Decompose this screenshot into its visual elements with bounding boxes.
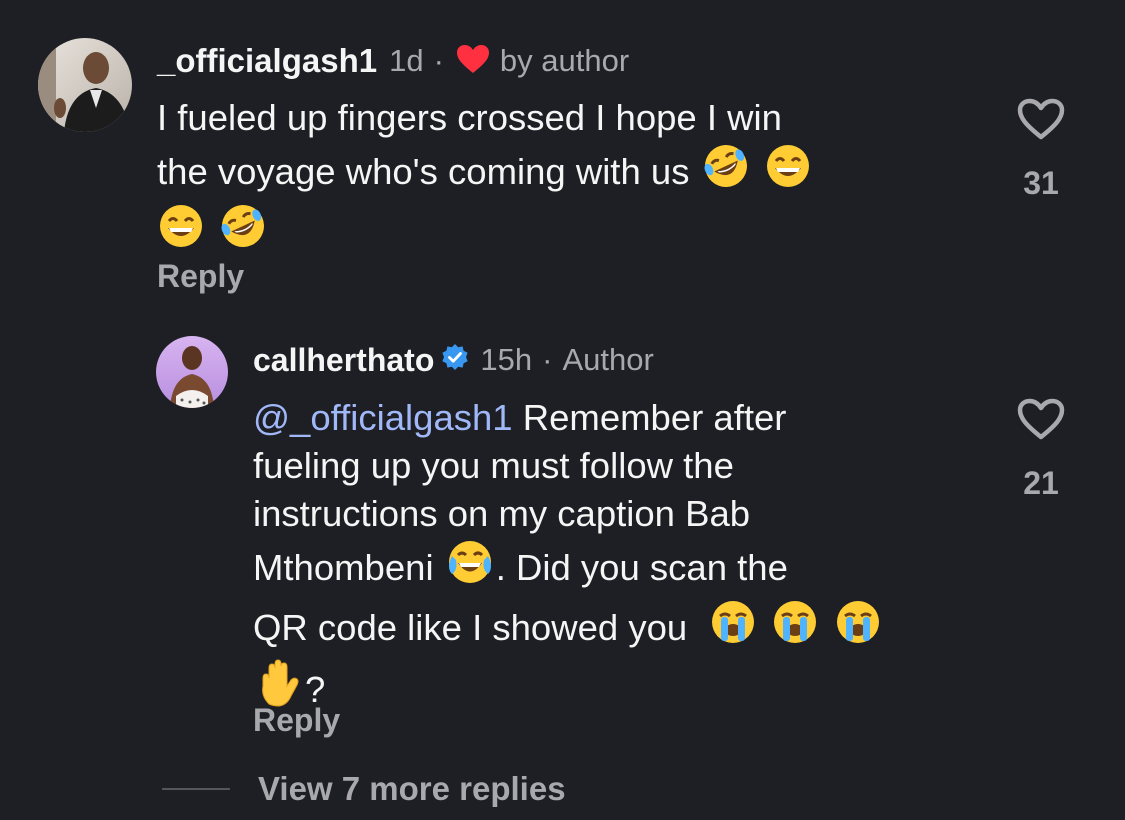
comment-text-line <box>157 202 937 262</box>
reply-text-segment: . Did you scan the <box>495 547 788 588</box>
heart-icon <box>456 44 490 79</box>
timestamp: 1d <box>389 43 424 78</box>
avatar[interactable] <box>156 336 228 408</box>
reply-text-line: instructions on my caption Bab <box>253 493 751 534</box>
separator: · <box>542 342 553 377</box>
separator: · <box>433 43 444 78</box>
tears-of-joy-emoji <box>446 538 494 598</box>
rolling-laughing-emoji <box>702 142 750 202</box>
timestamp: 15h <box>480 342 533 377</box>
verified-badge-icon <box>440 343 470 378</box>
username[interactable]: callherthato <box>253 342 434 379</box>
reply-text-line: Mthombeni . Did you scan the <box>253 538 973 598</box>
avatar[interactable] <box>38 38 132 132</box>
comment-text-segment: the voyage who's coming with us <box>157 151 690 192</box>
reply-comment: callherthato 15h · Author @_officialgash… <box>0 320 1125 760</box>
mention-link[interactable]: @_officialgash1 <box>253 397 513 438</box>
comment-text-line: the voyage who's coming with us <box>157 142 937 202</box>
crying-emoji <box>771 598 819 658</box>
heart-outline-icon[interactable] <box>1017 98 1065 145</box>
rolling-laughing-emoji <box>219 202 267 262</box>
divider-line <box>162 788 230 790</box>
like-count: 31 <box>1023 165 1059 201</box>
reply-text-line: ? <box>253 658 973 720</box>
reply-text: @_officialgash1 Remember after fueling u… <box>253 394 973 720</box>
reply-button[interactable]: Reply <box>253 702 340 739</box>
like-button[interactable]: 31 <box>1011 98 1071 202</box>
comment: _officialgash1 1d · by author I fueled u… <box>0 0 1125 320</box>
reply-text-segment: Mthombeni <box>253 547 434 588</box>
like-button[interactable]: 21 <box>1011 398 1071 502</box>
author-label: Author <box>562 342 654 377</box>
reply-button[interactable]: Reply <box>157 258 244 295</box>
liked-by-author-label: by author <box>499 43 630 78</box>
reply-text-segment: QR code like I showed you <box>253 607 688 648</box>
comment-text: I fueled up fingers crossed I hope I win… <box>157 94 937 262</box>
grinning-emoji <box>764 142 812 202</box>
like-count: 21 <box>1023 465 1059 501</box>
username[interactable]: _officialgash1 <box>157 42 377 80</box>
reply-meta: callherthato 15h · Author <box>253 338 654 382</box>
reply-text-line: QR code like I showed you <box>253 598 973 658</box>
crying-emoji <box>834 598 882 658</box>
comment-meta: _officialgash1 1d · by author <box>157 38 629 84</box>
grinning-emoji <box>157 202 205 262</box>
comment-text-line: I fueled up fingers crossed I hope I win <box>157 97 782 138</box>
reply-text-line: @_officialgash1 Remember after <box>253 394 973 442</box>
reply-text-segment: Remember after <box>512 397 787 438</box>
heart-outline-icon[interactable] <box>1017 398 1065 445</box>
view-more-replies-label[interactable]: View 7 more replies <box>258 770 566 808</box>
reply-text-line: fueling up you must follow the <box>253 445 734 486</box>
view-more-replies[interactable]: View 7 more replies <box>162 770 566 808</box>
crying-emoji <box>709 598 757 658</box>
